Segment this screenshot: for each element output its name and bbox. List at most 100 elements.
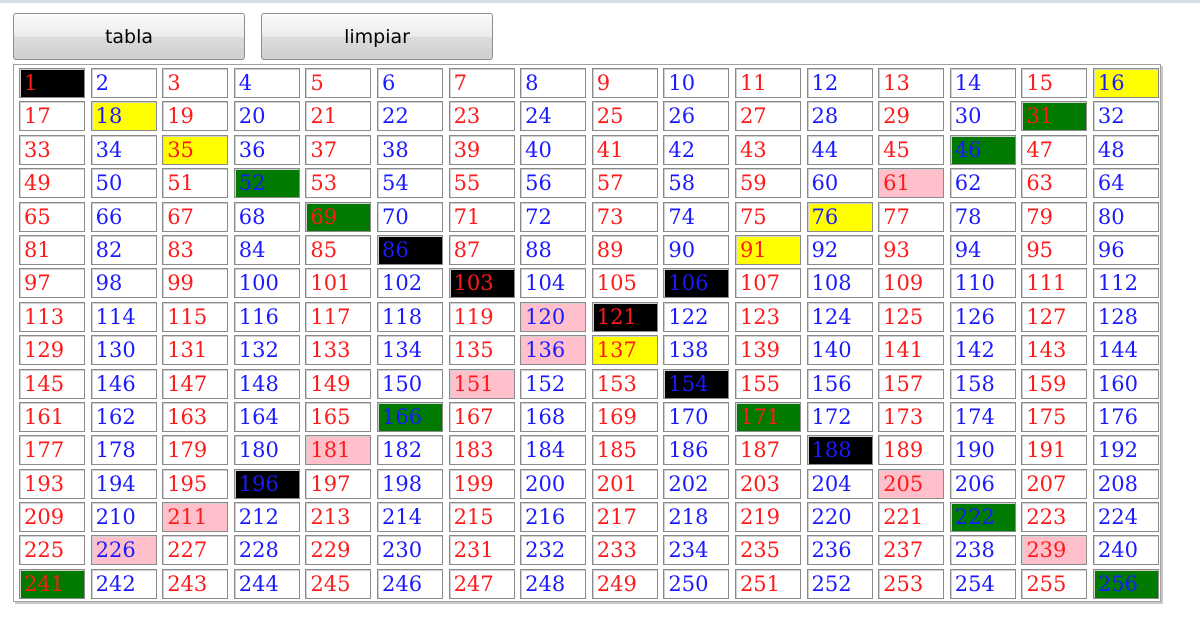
number-cell-72[interactable]: 72 xyxy=(520,201,587,232)
number-cell-37[interactable]: 37 xyxy=(305,134,372,165)
number-cell-213[interactable]: 213 xyxy=(305,502,372,533)
number-cell-96[interactable]: 96 xyxy=(1092,234,1159,265)
number-cell-26[interactable]: 26 xyxy=(663,101,730,132)
number-cell-231[interactable]: 231 xyxy=(448,535,515,566)
number-cell-143[interactable]: 143 xyxy=(1021,335,1088,366)
number-cell-169[interactable]: 169 xyxy=(591,401,658,432)
number-cell-122[interactable]: 122 xyxy=(663,301,730,332)
number-cell-108[interactable]: 108 xyxy=(806,268,873,299)
number-cell-95[interactable]: 95 xyxy=(1021,234,1088,265)
number-cell-241[interactable]: 241 xyxy=(19,568,85,599)
number-cell-192[interactable]: 192 xyxy=(1092,435,1159,466)
number-cell-80[interactable]: 80 xyxy=(1092,201,1159,232)
number-cell-204[interactable]: 204 xyxy=(806,468,873,499)
number-cell-154[interactable]: 154 xyxy=(663,368,730,399)
number-cell-166[interactable]: 166 xyxy=(376,401,443,432)
number-cell-114[interactable]: 114 xyxy=(90,301,157,332)
number-cell-256[interactable]: 256 xyxy=(1092,568,1159,599)
number-cell-195[interactable]: 195 xyxy=(162,468,229,499)
number-cell-10[interactable]: 10 xyxy=(663,68,730,98)
number-cell-233[interactable]: 233 xyxy=(591,535,658,566)
number-cell-150[interactable]: 150 xyxy=(376,368,443,399)
number-cell-151[interactable]: 151 xyxy=(448,368,515,399)
number-cell-146[interactable]: 146 xyxy=(90,368,157,399)
number-cell-138[interactable]: 138 xyxy=(663,335,730,366)
number-cell-252[interactable]: 252 xyxy=(806,568,873,599)
number-cell-1[interactable]: 1 xyxy=(19,68,85,98)
number-cell-193[interactable]: 193 xyxy=(19,468,85,499)
number-cell-249[interactable]: 249 xyxy=(591,568,658,599)
number-cell-187[interactable]: 187 xyxy=(734,435,801,466)
number-cell-13[interactable]: 13 xyxy=(878,68,945,98)
number-cell-109[interactable]: 109 xyxy=(878,268,945,299)
number-cell-67[interactable]: 67 xyxy=(162,201,229,232)
tabla-button[interactable]: tabla xyxy=(13,13,245,60)
number-cell-158[interactable]: 158 xyxy=(949,368,1016,399)
number-cell-2[interactable]: 2 xyxy=(90,68,157,98)
number-cell-219[interactable]: 219 xyxy=(734,502,801,533)
number-cell-234[interactable]: 234 xyxy=(663,535,730,566)
number-cell-66[interactable]: 66 xyxy=(90,201,157,232)
number-cell-120[interactable]: 120 xyxy=(520,301,587,332)
number-cell-105[interactable]: 105 xyxy=(591,268,658,299)
number-cell-28[interactable]: 28 xyxy=(806,101,873,132)
number-cell-100[interactable]: 100 xyxy=(233,268,300,299)
number-cell-75[interactable]: 75 xyxy=(734,201,801,232)
number-cell-133[interactable]: 133 xyxy=(305,335,372,366)
number-cell-235[interactable]: 235 xyxy=(734,535,801,566)
number-cell-104[interactable]: 104 xyxy=(520,268,587,299)
number-cell-93[interactable]: 93 xyxy=(878,234,945,265)
number-cell-51[interactable]: 51 xyxy=(162,168,229,199)
number-cell-237[interactable]: 237 xyxy=(878,535,945,566)
number-cell-60[interactable]: 60 xyxy=(806,168,873,199)
number-cell-76[interactable]: 76 xyxy=(806,201,873,232)
number-cell-232[interactable]: 232 xyxy=(520,535,587,566)
number-cell-21[interactable]: 21 xyxy=(305,101,372,132)
number-cell-239[interactable]: 239 xyxy=(1021,535,1088,566)
number-cell-23[interactable]: 23 xyxy=(448,101,515,132)
number-cell-226[interactable]: 226 xyxy=(90,535,157,566)
number-cell-9[interactable]: 9 xyxy=(591,68,658,98)
number-cell-199[interactable]: 199 xyxy=(448,468,515,499)
number-cell-61[interactable]: 61 xyxy=(878,168,945,199)
number-cell-107[interactable]: 107 xyxy=(734,268,801,299)
number-cell-94[interactable]: 94 xyxy=(949,234,1016,265)
number-cell-86[interactable]: 86 xyxy=(376,234,443,265)
number-cell-177[interactable]: 177 xyxy=(19,435,85,466)
number-cell-137[interactable]: 137 xyxy=(591,335,658,366)
number-cell-81[interactable]: 81 xyxy=(19,234,85,265)
number-cell-121[interactable]: 121 xyxy=(591,301,658,332)
limpiar-button[interactable]: limpiar xyxy=(261,13,493,60)
number-cell-125[interactable]: 125 xyxy=(878,301,945,332)
number-cell-141[interactable]: 141 xyxy=(878,335,945,366)
number-cell-159[interactable]: 159 xyxy=(1021,368,1088,399)
number-cell-174[interactable]: 174 xyxy=(949,401,1016,432)
number-cell-155[interactable]: 155 xyxy=(734,368,801,399)
number-cell-172[interactable]: 172 xyxy=(806,401,873,432)
number-cell-42[interactable]: 42 xyxy=(663,134,730,165)
number-cell-181[interactable]: 181 xyxy=(305,435,372,466)
number-cell-221[interactable]: 221 xyxy=(878,502,945,533)
number-cell-240[interactable]: 240 xyxy=(1092,535,1159,566)
number-cell-32[interactable]: 32 xyxy=(1092,101,1159,132)
number-cell-246[interactable]: 246 xyxy=(376,568,443,599)
number-cell-115[interactable]: 115 xyxy=(162,301,229,332)
number-cell-142[interactable]: 142 xyxy=(949,335,1016,366)
number-cell-185[interactable]: 185 xyxy=(591,435,658,466)
number-cell-40[interactable]: 40 xyxy=(520,134,587,165)
number-cell-112[interactable]: 112 xyxy=(1092,268,1159,299)
number-cell-15[interactable]: 15 xyxy=(1021,68,1088,98)
number-cell-147[interactable]: 147 xyxy=(162,368,229,399)
number-cell-33[interactable]: 33 xyxy=(19,134,85,165)
number-cell-175[interactable]: 175 xyxy=(1021,401,1088,432)
number-cell-31[interactable]: 31 xyxy=(1021,101,1088,132)
number-cell-126[interactable]: 126 xyxy=(949,301,1016,332)
number-cell-168[interactable]: 168 xyxy=(520,401,587,432)
number-cell-148[interactable]: 148 xyxy=(233,368,300,399)
number-cell-63[interactable]: 63 xyxy=(1021,168,1088,199)
number-cell-140[interactable]: 140 xyxy=(806,335,873,366)
number-cell-20[interactable]: 20 xyxy=(233,101,300,132)
number-cell-19[interactable]: 19 xyxy=(162,101,229,132)
number-cell-165[interactable]: 165 xyxy=(305,401,372,432)
number-cell-164[interactable]: 164 xyxy=(233,401,300,432)
